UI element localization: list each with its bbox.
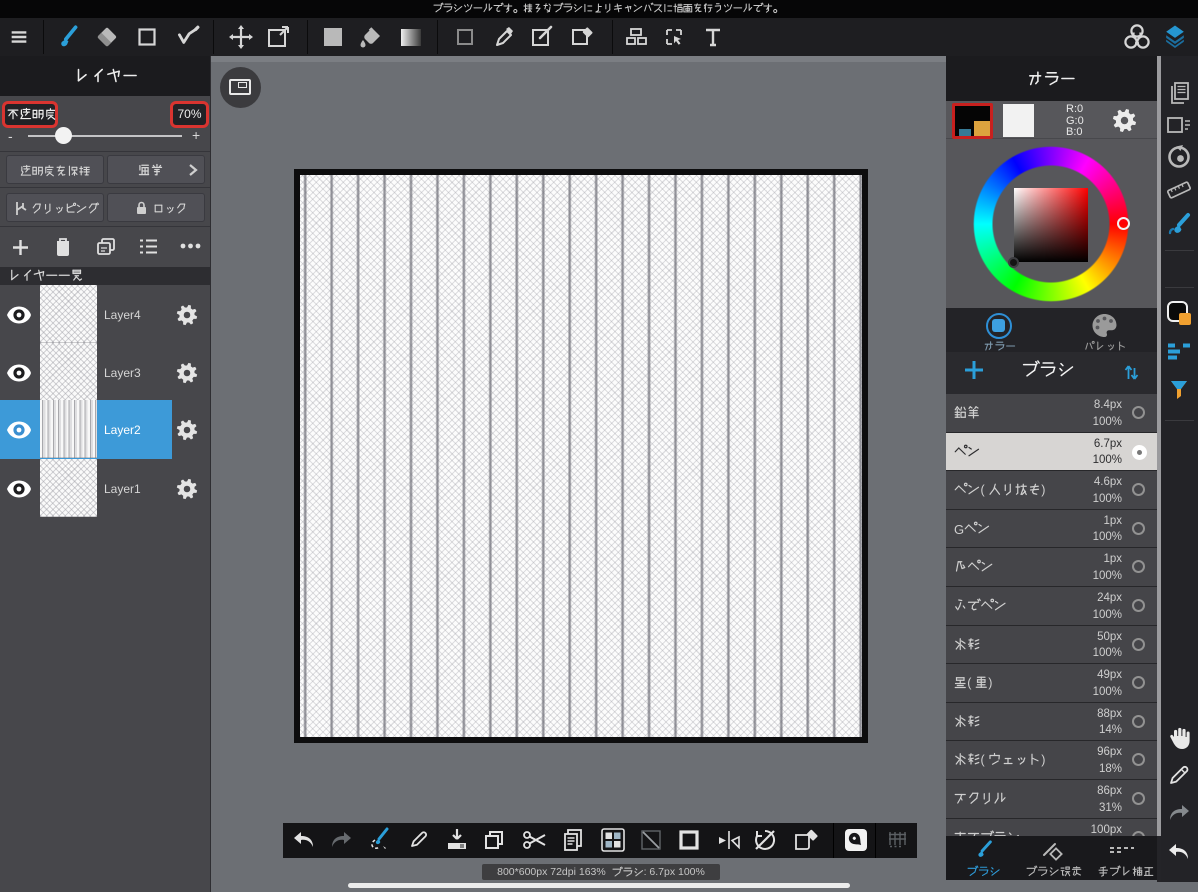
svg-text:(: ( (981, 483, 986, 497)
svg-text:): ) (988, 676, 992, 690)
svg-text:): ) (1041, 483, 1045, 497)
svg-text:(: ( (981, 753, 986, 767)
svg-text:(: ( (967, 676, 972, 690)
svg-text:): ) (1041, 753, 1045, 767)
